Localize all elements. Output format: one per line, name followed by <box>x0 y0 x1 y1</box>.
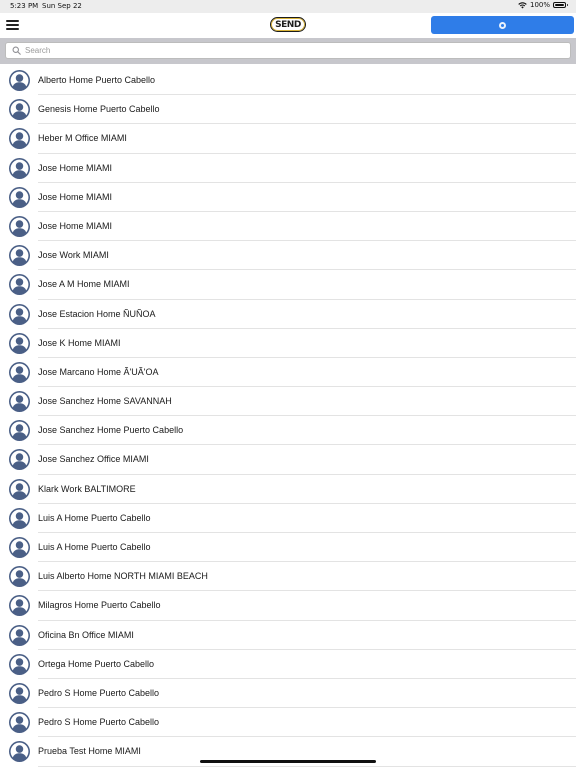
contact-name: Prueba Test Home MIAMI <box>38 746 141 757</box>
avatar-icon <box>9 332 30 354</box>
home-indicator <box>200 760 376 763</box>
contact-name: Alberto Home Puerto Cabello <box>38 75 156 85</box>
contact-name: Luis A Home Puerto Cabello <box>38 542 151 552</box>
avatar-icon <box>9 420 30 442</box>
battery-icon <box>553 2 568 8</box>
contact-row[interactable]: Luis A Home Puerto Cabello <box>0 504 576 534</box>
contact-row[interactable]: Milagros Home Puerto Cabello <box>0 591 576 621</box>
avatar-icon <box>9 70 30 91</box>
status-time: 5:23 PM <box>10 2 39 10</box>
contact-row[interactable]: Jose Sanchez Home SAVANNAH <box>0 387 576 417</box>
avatar-icon <box>9 566 30 588</box>
contact-row[interactable]: Jose Home MIAMI <box>0 183 576 213</box>
contact-row[interactable]: Jose Home MIAMI <box>0 212 576 242</box>
contact-row[interactable]: Genesis Home Puerto Cabello <box>0 95 576 125</box>
avatar-icon <box>9 682 30 704</box>
contact-row[interactable]: Jose K Home MIAMI <box>0 329 576 359</box>
avatar-icon <box>9 361 30 383</box>
contact-row[interactable]: Luis Alberto Home NORTH MIAMI BEACH <box>0 562 576 592</box>
contact-row[interactable]: Jose Marcano Home Ã'UÃ'OA <box>0 358 576 388</box>
contact-name: Jose Home MIAMI <box>38 162 113 173</box>
contact-name: Jose Home MIAMI <box>38 220 113 231</box>
contact-name: Jose Sanchez Home Puerto Cabello <box>38 425 184 436</box>
contact-name: Pedro S Home Puerto Cabello <box>38 717 160 728</box>
search-bar-container <box>0 38 576 64</box>
hamburger-menu-icon[interactable] <box>6 19 19 31</box>
contact-name: Pedro S Home Puerto Cabello <box>38 687 160 698</box>
battery-percent: 100% <box>529 1 550 9</box>
search-input[interactable] <box>25 46 545 55</box>
loading-action-button[interactable] <box>431 16 574 34</box>
contact-row[interactable]: Pedro S Home Puerto Cabello <box>0 679 576 709</box>
contact-list: Alberto Home Puerto Cabello Genesis Home … <box>0 66 576 768</box>
contact-row[interactable]: Jose Estacion Home ÑUÑOA <box>0 300 576 329</box>
app-logo: SEND <box>270 17 306 32</box>
avatar-icon <box>9 391 30 413</box>
contact-row[interactable]: Jose Sanchez Home Puerto Cabello <box>0 416 576 446</box>
contact-name: Jose A M Home MIAMI <box>38 279 130 290</box>
avatar-icon <box>9 303 30 325</box>
spinner-icon <box>499 21 506 29</box>
avatar-icon <box>9 186 30 208</box>
contact-row[interactable]: Ortega Home Puerto Cabello <box>0 650 576 680</box>
avatar-icon <box>9 653 30 675</box>
avatar-icon <box>9 245 30 267</box>
contact-row[interactable]: Klark Work BALTIMORE <box>0 475 576 505</box>
contact-row[interactable]: Jose Home MIAMI <box>0 154 576 183</box>
contact-name: Jose Work MIAMI <box>38 250 109 261</box>
contact-row[interactable]: Luis A Home Puerto Cabello <box>0 533 576 563</box>
contact-row[interactable]: Jose Sanchez Office MIAMI <box>0 445 576 475</box>
contact-row[interactable]: Oficina Bn Office MIAMI <box>0 621 576 650</box>
wifi-icon <box>518 1 527 8</box>
contact-row[interactable]: Jose Work MIAMI <box>0 241 576 271</box>
status-indicators: 100% <box>518 1 568 9</box>
avatar-icon <box>9 157 30 179</box>
contact-name: Jose Marcano Home Ã'UÃ'OA <box>38 366 159 377</box>
contact-name: Heber M Office MIAMI <box>38 133 127 144</box>
avatar-icon <box>9 537 30 558</box>
avatar-icon <box>9 595 30 617</box>
contact-name: Jose Sanchez Home SAVANNAH <box>38 396 172 407</box>
avatar-icon <box>9 624 30 646</box>
contact-name: Oficina Bn Office MIAMI <box>38 629 134 640</box>
avatar-icon <box>9 449 30 471</box>
contact-name: Klark Work BALTIMORE <box>38 483 136 494</box>
avatar-icon <box>9 99 30 121</box>
contact-row[interactable]: Heber M Office MIAMI <box>0 124 576 154</box>
navigation-bar: SEND <box>0 13 576 39</box>
avatar-icon <box>9 128 30 150</box>
contact-name: Ortega Home Puerto Cabello <box>38 658 155 669</box>
avatar-icon <box>9 215 30 237</box>
contact-name: Jose Home MIAMI <box>38 191 113 202</box>
avatar-icon <box>9 274 30 296</box>
avatar-icon <box>9 478 30 500</box>
search-icon <box>12 46 21 55</box>
avatar-icon <box>9 712 30 734</box>
avatar-icon <box>9 507 30 529</box>
contact-name: Luis Alberto Home NORTH MIAMI BEACH <box>38 571 208 582</box>
contact-name: Jose K Home MIAMI <box>38 337 121 348</box>
search-bar[interactable] <box>5 42 571 59</box>
avatar-icon <box>9 741 30 763</box>
contact-name: Milagros Home Puerto Cabello <box>38 600 161 611</box>
status-date: Sun Sep 22 <box>42 2 82 10</box>
contact-row[interactable]: Jose A M Home MIAMI <box>0 270 576 300</box>
contact-name: Jose Estacion Home ÑUÑOA <box>38 308 156 319</box>
status-bar: 5:23 PM Sun Sep 22 100% <box>0 0 576 13</box>
contact-name: Jose Sanchez Office MIAMI <box>38 454 149 465</box>
contact-name: Luis A Home Puerto Cabello <box>38 512 151 523</box>
contact-name: Genesis Home Puerto Cabello <box>38 104 160 115</box>
contact-row[interactable]: Alberto Home Puerto Cabello <box>0 66 576 96</box>
contact-row[interactable]: Pedro S Home Puerto Cabello <box>0 708 576 738</box>
